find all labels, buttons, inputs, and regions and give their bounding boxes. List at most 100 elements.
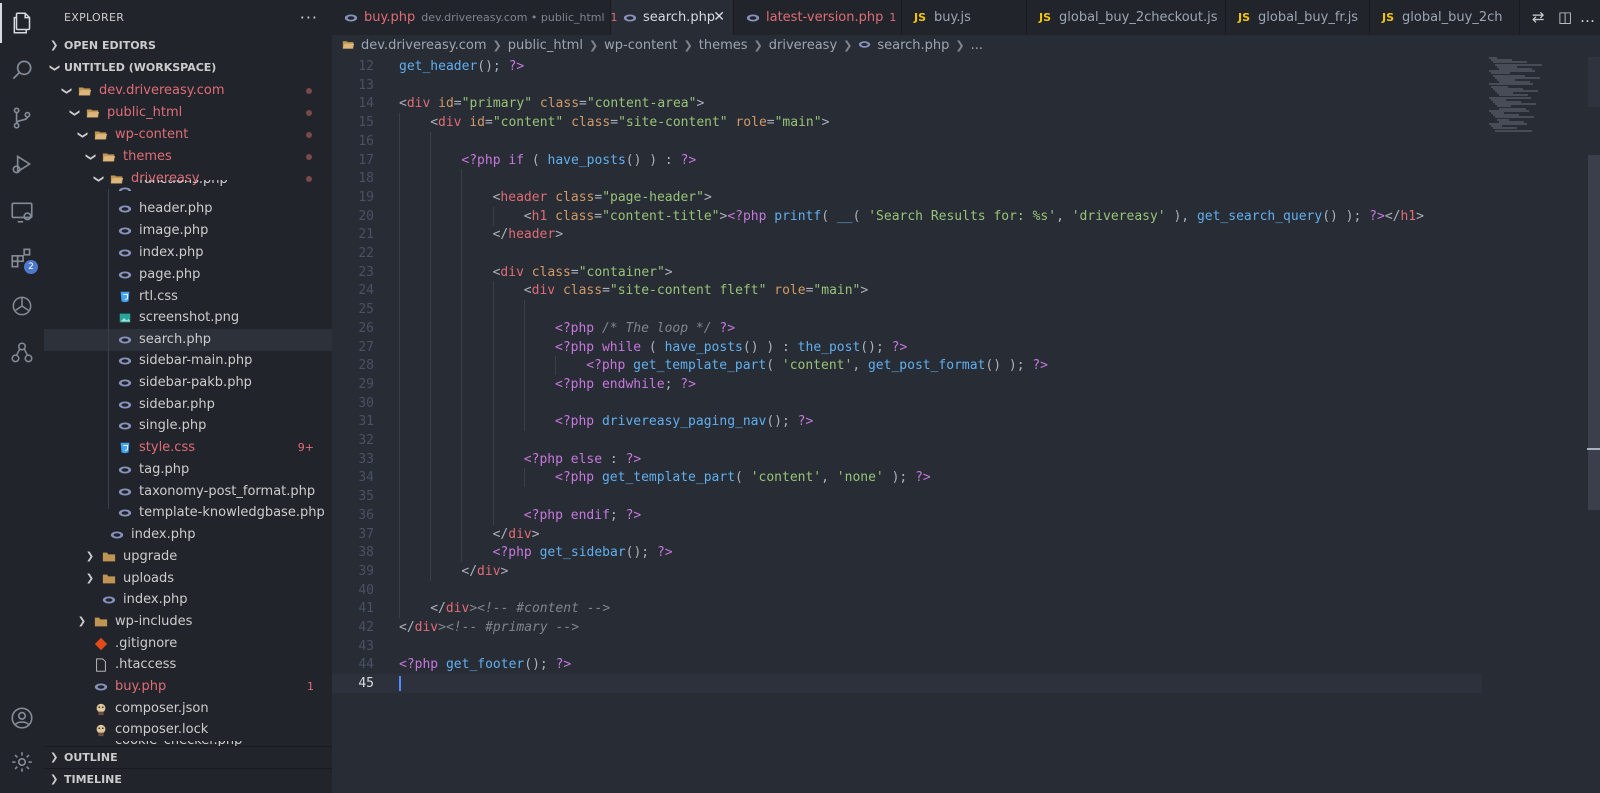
code-token: get_search_query — [1196, 208, 1323, 224]
tree-item[interactable]: style.css 9+ — [44, 437, 332, 459]
tree-item[interactable]: composer.lock — [44, 719, 332, 741]
chatgpt-icon[interactable] — [0, 286, 44, 326]
tree-item[interactable]: index.php — [44, 242, 332, 264]
tab-buy-js[interactable]: JS buy.js — [902, 0, 1027, 35]
tree-item[interactable]: ❯ themes — [44, 146, 332, 168]
tree-item[interactable]: ❯ dev.drivereasy.com — [44, 80, 332, 102]
code-token: drivereasy_paging_nav — [601, 414, 767, 430]
close-icon[interactable]: ✕ — [713, 0, 725, 35]
tree-item[interactable]: index.php — [44, 589, 332, 611]
breadcrumb-item[interactable]: ... — [971, 35, 983, 57]
code-token: <?php — [555, 339, 595, 355]
tree-item[interactable]: tag.php — [44, 459, 332, 481]
bug-tree-icon[interactable] — [0, 333, 44, 373]
line-number: 37 — [358, 526, 374, 542]
tree-item[interactable]: .htaccess — [44, 654, 332, 676]
breadcrumb-item[interactable]: drivereasy — [769, 35, 837, 57]
tree-item[interactable]: screenshot.png — [44, 307, 332, 329]
tree-item[interactable]: index.php — [44, 524, 332, 546]
indent-guide — [108, 189, 109, 509]
tree-item[interactable]: template-knowledgbase.php — [44, 502, 332, 524]
chevron-right-icon: ❯ — [753, 39, 763, 52]
code-token: div — [531, 283, 556, 299]
tree-item[interactable]: single.php — [44, 415, 332, 437]
tree-item[interactable]: ❯ wp-includes — [44, 611, 332, 633]
source-control-icon[interactable] — [0, 98, 44, 138]
code-token: while — [601, 339, 642, 355]
code-token: class — [531, 264, 571, 280]
tab-latest-version-php[interactable]: latest-version.php 1 — [734, 0, 902, 35]
tree-item[interactable]: ❯ public_html — [44, 102, 332, 124]
settings-gear-icon[interactable] — [0, 742, 44, 782]
code-line: 39 </div> — [332, 561, 1482, 581]
code-token: = — [484, 115, 493, 131]
tree-item[interactable]: ❯ upgrade — [44, 546, 332, 568]
tree-item[interactable]: page.php — [44, 264, 332, 286]
code-text: <?php get_footer(); ?> — [399, 655, 571, 674]
tab-search-php[interactable]: search.php ✕ — [611, 0, 734, 35]
code-text: <div id="content" class="site-content" r… — [430, 113, 829, 132]
timeline-section[interactable]: ❯ TIMELINE — [44, 768, 332, 790]
tab-global-buy-2checkout-js[interactable]: JS global_buy_2checkout.js — [1027, 0, 1226, 35]
explorer-icon[interactable] — [0, 3, 44, 43]
tree-item[interactable]: ❯ uploads — [44, 568, 332, 590]
code-editor[interactable]: 12 get_header(); ?> 13 14 <div id="primary" … — [332, 57, 1600, 793]
tab-label: global_buy_fr.js — [1258, 0, 1358, 35]
code-token: the_post — [797, 339, 861, 355]
extensions-icon[interactable]: 2 — [0, 238, 44, 278]
indent-guide — [430, 393, 432, 413]
tab-global-buy-2ch[interactable]: JS global_buy_2ch — [1370, 0, 1520, 35]
code-line: 40 — [332, 580, 1482, 600]
open-changes-icon[interactable]: ⇄ — [1532, 0, 1545, 35]
breadcrumb-item[interactable]: public_html — [508, 35, 583, 57]
tree-item[interactable]: taxonomy-post_format.php — [44, 481, 332, 503]
tree-item[interactable]: search.php — [44, 329, 332, 351]
tab-buy-php[interactable]: buy.php dev.drivereasy.com • public_html 1 — [332, 0, 618, 35]
breadcrumb-item[interactable]: dev.drivereasy.com — [361, 35, 487, 57]
tree-item[interactable]: buy.php 1 — [44, 676, 332, 698]
tree-item[interactable]: ❯ wp-content — [44, 124, 332, 146]
tree-item[interactable]: composer.json — [44, 698, 332, 720]
tree-item[interactable]: sidebar.php — [44, 394, 332, 416]
code-text: <div id="primary" class="content-area"> — [399, 94, 704, 113]
indent-guide — [430, 150, 432, 170]
remote-explorer-icon[interactable] — [0, 192, 44, 232]
tree-item[interactable]: sidebar-main.php — [44, 350, 332, 372]
minimap[interactable] — [1489, 57, 1567, 137]
code-token: "content-area" — [586, 96, 697, 112]
breadcrumb-item[interactable]: themes — [699, 35, 748, 57]
tree-item[interactable]: header.php — [44, 198, 332, 220]
search-icon[interactable] — [0, 50, 44, 90]
more-actions-icon[interactable]: ··· — [300, 0, 318, 35]
code-token: ?> — [625, 507, 642, 523]
more-icon[interactable]: … — [1580, 0, 1595, 35]
code-token: ( — [735, 470, 751, 486]
run-debug-icon[interactable] — [0, 144, 44, 184]
tab-global-buy-fr-js[interactable]: JS global_buy_fr.js — [1226, 0, 1370, 35]
code-token: (); — [625, 545, 657, 561]
open-editors-section[interactable]: ❯ OPEN EDITORS — [44, 35, 332, 57]
code-token: "site-content" — [618, 115, 728, 131]
code-line: 34 <?php get_template_part( 'content', 'n… — [332, 468, 1482, 488]
tree-item[interactable]: functions.php — [44, 180, 332, 191]
split-editor-icon[interactable]: ◫ — [1558, 0, 1572, 35]
tree-item-label: sidebar-pakb.php — [139, 375, 252, 390]
vertical-scrollbar[interactable] — [1588, 155, 1600, 510]
problem-count-badge: 1 — [307, 680, 314, 693]
workspace-section[interactable]: ❯ UNTITLED (WORKSPACE) — [44, 57, 332, 79]
tree-item-label: sidebar.php — [139, 397, 215, 412]
outline-section[interactable]: ❯ OUTLINE — [44, 746, 332, 768]
breadcrumb-item[interactable]: search.php — [877, 35, 949, 57]
tree-item[interactable]: .gitignore — [44, 633, 332, 655]
tree-item[interactable]: image.php — [44, 220, 332, 242]
tree-item[interactable]: sidebar-pakb.php — [44, 372, 332, 394]
php-file-icon — [118, 463, 132, 477]
breadcrumb-item[interactable]: wp-content — [604, 35, 677, 57]
account-icon[interactable] — [0, 698, 44, 738]
chevron-right-icon: ❯ — [588, 39, 599, 52]
code-token: > — [555, 227, 564, 243]
code-token: </ — [492, 526, 509, 542]
tree-item[interactable]: rtl.css — [44, 286, 332, 308]
text-cursor — [399, 676, 401, 692]
